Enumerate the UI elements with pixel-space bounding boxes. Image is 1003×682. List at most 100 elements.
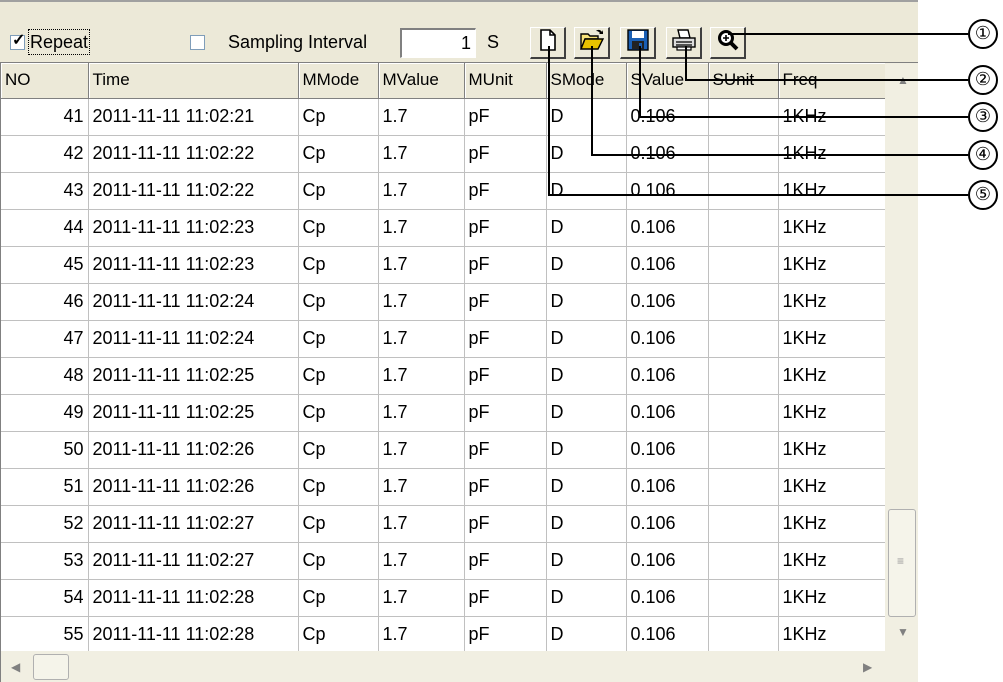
cell-time[interactable]: 2011-11-11 11:02:23	[88, 209, 299, 247]
cell-smode[interactable]: D	[546, 542, 627, 580]
cell-munit[interactable]: pF	[464, 172, 547, 210]
save-button[interactable]	[620, 27, 656, 59]
repeat-label[interactable]: Repeat	[27, 29, 91, 55]
cell-svalue[interactable]: 0.106	[626, 468, 709, 506]
cell-mvalue[interactable]: 1.7	[378, 616, 465, 654]
cell-svalue[interactable]: 0.106	[626, 283, 709, 321]
cell-no[interactable]: 52	[1, 505, 89, 543]
cell-mvalue[interactable]: 1.7	[378, 172, 465, 210]
cell-no[interactable]: 55	[1, 616, 89, 654]
cell-smode[interactable]: D	[546, 135, 627, 173]
cell-mmode[interactable]: Cp	[298, 431, 379, 469]
open-folder-button[interactable]	[574, 27, 610, 59]
horizontal-scroll-thumb[interactable]	[33, 654, 69, 680]
cell-svalue[interactable]: 0.106	[626, 431, 709, 469]
cell-munit[interactable]: pF	[464, 283, 547, 321]
cell-munit[interactable]: pF	[464, 246, 547, 284]
cell-freq[interactable]: 1KHz	[778, 357, 886, 395]
cell-time[interactable]: 2011-11-11 11:02:21	[88, 98, 299, 136]
cell-no[interactable]: 50	[1, 431, 89, 469]
cell-svalue[interactable]: 0.106	[626, 579, 709, 617]
cell-time[interactable]: 2011-11-11 11:02:28	[88, 616, 299, 654]
cell-mmode[interactable]: Cp	[298, 320, 379, 358]
table-row[interactable]: 49 2011-11-11 11:02:25 Cp 1.7 pF D 0.106 1KHz	[1, 394, 886, 432]
cell-munit[interactable]: pF	[464, 542, 547, 580]
table-row[interactable]: 50 2011-11-11 11:02:26 Cp 1.7 pF D 0.106 1KHz	[1, 431, 886, 469]
cell-mvalue[interactable]: 1.7	[378, 283, 465, 321]
cell-munit[interactable]: pF	[464, 394, 547, 432]
cell-sunit[interactable]	[708, 357, 779, 395]
cell-freq[interactable]: 1KHz	[778, 579, 886, 617]
cell-freq[interactable]: 1KHz	[778, 394, 886, 432]
cell-mvalue[interactable]: 1.7	[378, 579, 465, 617]
cell-mmode[interactable]: Cp	[298, 357, 379, 395]
cell-freq[interactable]: 1KHz	[778, 431, 886, 469]
cell-mmode[interactable]: Cp	[298, 283, 379, 321]
cell-svalue[interactable]: 0.106	[626, 98, 709, 136]
cell-no[interactable]: 44	[1, 209, 89, 247]
cell-mmode[interactable]: Cp	[298, 98, 379, 136]
cell-freq[interactable]: 1KHz	[778, 468, 886, 506]
cell-mvalue[interactable]: 1.7	[378, 431, 465, 469]
column-header-svalue[interactable]: SValue	[626, 63, 709, 99]
cell-mmode[interactable]: Cp	[298, 394, 379, 432]
scroll-up-icon[interactable]: ▲	[897, 73, 909, 87]
cell-sunit[interactable]	[708, 246, 779, 284]
cell-munit[interactable]: pF	[464, 209, 547, 247]
column-header-time[interactable]: Time	[88, 63, 299, 99]
cell-no[interactable]: 49	[1, 394, 89, 432]
cell-sunit[interactable]	[708, 172, 779, 210]
cell-smode[interactable]: D	[546, 246, 627, 284]
cell-no[interactable]: 45	[1, 246, 89, 284]
cell-no[interactable]: 46	[1, 283, 89, 321]
table-row[interactable]: 44 2011-11-11 11:02:23 Cp 1.7 pF D 0.106 1KHz	[1, 209, 886, 247]
cell-mmode[interactable]: Cp	[298, 616, 379, 654]
cell-svalue[interactable]: 0.106	[626, 246, 709, 284]
cell-mmode[interactable]: Cp	[298, 172, 379, 210]
cell-sunit[interactable]	[708, 283, 779, 321]
cell-freq[interactable]: 1KHz	[778, 246, 886, 284]
cell-mvalue[interactable]: 1.7	[378, 542, 465, 580]
scroll-left-icon[interactable]: ◀	[11, 660, 20, 674]
data-grid[interactable]: NO Time MMode MValue MUnit SMode SValue …	[0, 62, 918, 682]
table-row[interactable]: 41 2011-11-11 11:02:21 Cp 1.7 pF D 0.106 1KHz	[1, 98, 886, 136]
cell-smode[interactable]: D	[546, 209, 627, 247]
cell-freq[interactable]: 1KHz	[778, 616, 886, 654]
vertical-scroll-thumb[interactable]: ≡	[888, 509, 916, 617]
table-row[interactable]: 47 2011-11-11 11:02:24 Cp 1.7 pF D 0.106 1KHz	[1, 320, 886, 358]
cell-mvalue[interactable]: 1.7	[378, 209, 465, 247]
cell-svalue[interactable]: 0.106	[626, 357, 709, 395]
cell-svalue[interactable]: 0.106	[626, 505, 709, 543]
cell-smode[interactable]: D	[546, 468, 627, 506]
print-button[interactable]	[666, 27, 702, 59]
cell-time[interactable]: 2011-11-11 11:02:27	[88, 542, 299, 580]
cell-sunit[interactable]	[708, 394, 779, 432]
column-header-no[interactable]: NO	[1, 63, 89, 99]
cell-munit[interactable]: pF	[464, 431, 547, 469]
column-header-mmode[interactable]: MMode	[298, 63, 379, 99]
cell-munit[interactable]: pF	[464, 98, 547, 136]
cell-sunit[interactable]	[708, 209, 779, 247]
cell-no[interactable]: 54	[1, 579, 89, 617]
cell-smode[interactable]: D	[546, 431, 627, 469]
cell-time[interactable]: 2011-11-11 11:02:28	[88, 579, 299, 617]
cell-time[interactable]: 2011-11-11 11:02:22	[88, 135, 299, 173]
column-header-munit[interactable]: MUnit	[464, 63, 547, 99]
cell-time[interactable]: 2011-11-11 11:02:27	[88, 505, 299, 543]
cell-munit[interactable]: pF	[464, 320, 547, 358]
repeat-checkbox[interactable]: ✓	[10, 32, 25, 50]
sampling-interval-checkbox[interactable]	[190, 35, 205, 50]
cell-sunit[interactable]	[708, 616, 779, 654]
scroll-down-icon[interactable]: ▼	[897, 625, 909, 639]
cell-munit[interactable]: pF	[464, 357, 547, 395]
cell-freq[interactable]: 1KHz	[778, 542, 886, 580]
table-row[interactable]: 53 2011-11-11 11:02:27 Cp 1.7 pF D 0.106 1KHz	[1, 542, 886, 580]
cell-no[interactable]: 43	[1, 172, 89, 210]
cell-munit[interactable]: pF	[464, 579, 547, 617]
cell-smode[interactable]: D	[546, 172, 627, 210]
zoom-button[interactable]	[710, 27, 746, 59]
cell-sunit[interactable]	[708, 542, 779, 580]
cell-mmode[interactable]: Cp	[298, 542, 379, 580]
table-row[interactable]: 52 2011-11-11 11:02:27 Cp 1.7 pF D 0.106 1KHz	[1, 505, 886, 543]
table-row[interactable]: 51 2011-11-11 11:02:26 Cp 1.7 pF D 0.106 1KHz	[1, 468, 886, 506]
